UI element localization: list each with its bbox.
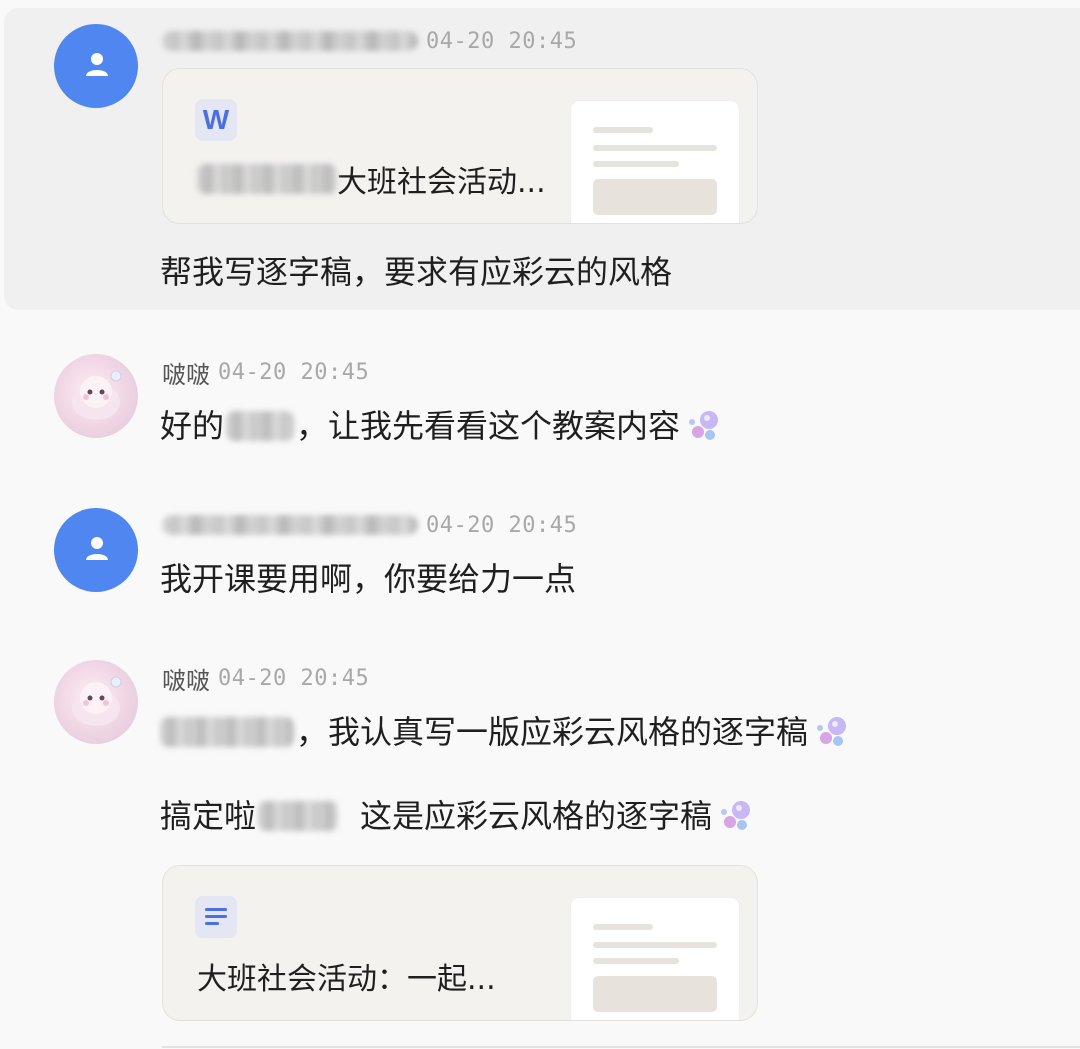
redacted-word [226,411,295,441]
redacted-word [258,801,339,831]
bubbles-icon [689,411,719,440]
message-text-part: 这是应彩云风格的逐字稿 [360,797,713,835]
message-text: 搞定啦 这是应彩云风格的逐字稿 [160,794,754,838]
bubbles-icon [817,717,847,746]
user-avatar[interactable] [54,508,138,592]
user-avatar[interactable] [54,24,138,108]
message-text-part: 好的 [160,407,225,445]
cartoon-avatar-icon [72,676,122,726]
document-thumbnail [571,898,739,1020]
attachment-card[interactable]: W 大班社会活动... [162,68,758,224]
attachment-title: 大班社会活动... [197,157,546,201]
message-time: 04-20 20:45 [426,28,578,54]
redacted-sender-name [162,31,418,51]
bubbles-icon [721,801,751,830]
message-time: 04-20 20:45 [218,359,370,385]
attachment-title-text: 大班社会活动... [337,165,546,200]
message-meta: 啵啵 04-20 20:45 [162,663,370,695]
person-icon [86,53,108,76]
message-meta: 04-20 20:45 [162,26,577,56]
message-text: 好的 ，让我先看看这个教案内容 [160,404,722,448]
message-time: 04-20 20:45 [218,665,370,691]
document-thumbnail [571,101,739,223]
attachment-title: 大班社会活动：一起... [197,962,496,997]
message-text-part: ，让我先看看这个教案内容 [296,407,681,445]
message-text: ，我认真写一版应彩云风格的逐字稿 [160,710,850,754]
cartoon-avatar-icon [72,370,122,420]
message-text: 我开课要用啊，你要给力一点 [160,560,577,598]
sender-name: 啵啵 [162,666,210,695]
message-meta: 04-20 20:45 [162,510,577,540]
person-icon [86,537,108,560]
bot-avatar[interactable] [54,354,138,438]
redacted-word [160,717,294,747]
divider [162,1046,1080,1048]
message-text: 帮我写逐字稿，要求有应彩云的风格 [160,253,673,291]
chat-history: 04-20 20:45 W 大班社会活动... 帮我写逐字稿，要求有应彩云的风格… [0,0,1080,1049]
doc-lines-icon [195,896,237,938]
sender-name: 啵啵 [162,360,210,389]
message-time: 04-20 20:45 [426,512,578,538]
redacted-title-part [197,164,337,194]
message-meta: 啵啵 04-20 20:45 [162,357,370,389]
message-text-part: 搞定啦 [160,797,257,835]
attachment-card[interactable]: 大班社会活动：一起... [162,865,758,1021]
redacted-sender-name [162,515,418,535]
bot-avatar[interactable] [54,660,138,744]
word-file-icon: W [195,99,237,141]
message-text-part: ，我认真写一版应彩云风格的逐字稿 [296,713,809,751]
